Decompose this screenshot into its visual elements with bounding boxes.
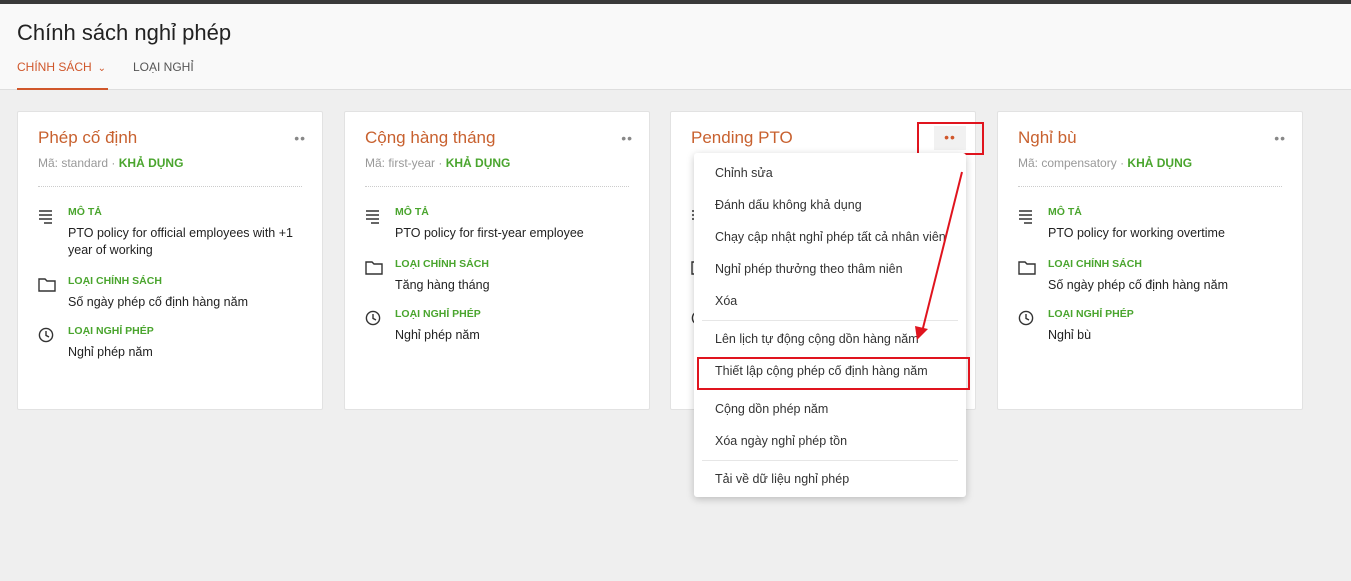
more-dots-icon[interactable]: ••	[621, 130, 633, 146]
policy-type-field: LOẠI CHÍNH SÁCH Số ngày phép cố định hàn…	[1018, 258, 1288, 294]
menu-item-seniority-bonus[interactable]: Nghỉ phép thưởng theo thâm niên	[715, 262, 952, 276]
divider	[365, 186, 629, 187]
meta-separator: ·	[1120, 156, 1125, 170]
description-label: MÔ TẢ	[395, 206, 429, 218]
more-dots-icon[interactable]: ••	[1274, 130, 1286, 146]
status-badge: KHẢ DỤNG	[445, 156, 511, 170]
policy-type-value: Tăng hàng tháng	[395, 278, 490, 292]
divider	[1018, 186, 1282, 187]
card-actions-menu: Chỉnh sửa Đánh dấu không khả dụng Chạy c…	[694, 153, 966, 497]
leave-type-label: LOẠI NGHỈ PHÉP	[1048, 308, 1134, 320]
card-title[interactable]: Pending PTO	[691, 128, 793, 148]
meta-separator: ·	[111, 156, 116, 170]
leave-type-field: LOẠI NGHỈ PHÉP Nghỉ phép năm	[38, 325, 308, 361]
policy-type-field: LOẠI CHÍNH SÁCH Tăng hàng tháng	[365, 258, 635, 294]
card-meta: Mã: first-year · KHẢ DỤNG	[365, 156, 510, 170]
lines-icon	[366, 210, 379, 224]
menu-item-clear-carryover[interactable]: Xóa ngày nghỉ phép tồn	[715, 434, 952, 448]
leave-type-label: LOẠI NGHỈ PHÉP	[395, 308, 481, 320]
tab-leave-types[interactable]: LOẠI NGHỈ	[133, 60, 194, 74]
folder-icon	[38, 278, 56, 292]
card-title[interactable]: Cộng hàng tháng	[365, 128, 495, 148]
description-field: MÔ TẢ PTO policy for first-year employee	[365, 206, 635, 242]
menu-item-download-leave-data[interactable]: Tải về dữ liệu nghỉ phép	[715, 472, 952, 486]
annotation-box-menu-item	[697, 357, 970, 390]
leave-type-value: Nghỉ phép năm	[68, 345, 153, 359]
card-title[interactable]: Nghỉ bù	[1018, 128, 1077, 148]
menu-divider	[702, 320, 958, 321]
description-value: PTO policy for official employees with +…	[68, 226, 293, 257]
more-dots-icon[interactable]: ••	[294, 130, 306, 146]
description-value: PTO policy for working overtime	[1048, 226, 1225, 240]
folder-icon	[1018, 261, 1036, 275]
page-header: Chính sách nghỉ phép CHÍNH SÁCH ⌄ LOẠI NG…	[0, 4, 1351, 90]
menu-divider	[702, 460, 958, 461]
description-label: MÔ TẢ	[68, 206, 102, 218]
tab-policy-label: CHÍNH SÁCH	[17, 60, 92, 74]
policy-type-label: LOẠI CHÍNH SÁCH	[395, 258, 489, 270]
menu-item-accrue-annual-leave[interactable]: Cộng dồn phép năm	[715, 402, 952, 416]
meta-separator: ·	[438, 156, 443, 170]
policy-code: Mã: standard	[38, 156, 109, 170]
folder-icon	[365, 261, 383, 275]
policy-card-standard[interactable]: Phép cố định •• Mã: standard · KHẢ DỤNG …	[17, 111, 323, 410]
tab-policy[interactable]: CHÍNH SÁCH ⌄	[17, 60, 106, 74]
description-field: MÔ TẢ PTO policy for official employees …	[38, 206, 308, 258]
policy-card-first-year[interactable]: Cộng hàng tháng •• Mã: first-year · KHẢ …	[344, 111, 650, 410]
card-meta: Mã: standard · KHẢ DỤNG	[38, 156, 183, 170]
card-title[interactable]: Phép cố định	[38, 128, 137, 148]
active-tab-indicator	[17, 88, 108, 90]
leave-type-value: Nghỉ phép năm	[395, 328, 480, 342]
clock-icon	[1018, 310, 1034, 326]
card-meta: Mã: compensatory · KHẢ DỤNG	[1018, 156, 1192, 170]
annotation-box-more	[917, 122, 984, 155]
chevron-down-icon: ⌄	[97, 63, 107, 74]
policy-type-value: Số ngày phép cố định hàng năm	[68, 295, 248, 309]
menu-item-edit[interactable]: Chỉnh sửa	[715, 166, 952, 180]
leave-type-value: Nghỉ bù	[1048, 328, 1092, 342]
leave-type-field: LOẠI NGHỈ PHÉP Nghỉ phép năm	[365, 308, 635, 344]
leave-type-label: LOẠI NGHỈ PHÉP	[68, 325, 154, 337]
page-title: Chính sách nghỉ phép	[17, 20, 232, 45]
menu-item-schedule-annual-accrual[interactable]: Lên lịch tự động cộng dồn hàng năm	[715, 332, 952, 346]
lines-icon	[39, 210, 52, 224]
policy-type-value: Số ngày phép cố định hàng năm	[1048, 278, 1228, 292]
description-field: MÔ TẢ PTO policy for working overtime	[1018, 206, 1288, 242]
menu-item-delete[interactable]: Xóa	[715, 294, 952, 308]
status-badge: KHẢ DỤNG	[1127, 156, 1193, 170]
leave-type-field: LOẠI NGHỈ PHÉP Nghỉ bù	[1018, 308, 1288, 344]
menu-item-run-update-all[interactable]: Chạy cập nhật nghỉ phép tất cả nhân viên	[715, 230, 952, 244]
lines-icon	[1019, 210, 1032, 224]
policy-type-label: LOẠI CHÍNH SÁCH	[1048, 258, 1142, 270]
divider	[38, 186, 302, 187]
clock-icon	[38, 327, 54, 343]
clock-icon	[365, 310, 381, 326]
policy-code: Mã: first-year	[365, 156, 436, 170]
description-label: MÔ TẢ	[1048, 206, 1082, 218]
description-value: PTO policy for first-year employee	[395, 226, 584, 240]
menu-item-mark-unavailable[interactable]: Đánh dấu không khả dụng	[715, 198, 952, 212]
status-badge: KHẢ DỤNG	[118, 156, 184, 170]
policy-type-field: LOẠI CHÍNH SÁCH Số ngày phép cố định hàn…	[38, 275, 308, 311]
policy-type-label: LOẠI CHÍNH SÁCH	[68, 275, 162, 287]
policy-code: Mã: compensatory	[1018, 156, 1117, 170]
policy-card-compensatory[interactable]: Nghỉ bù •• Mã: compensatory · KHẢ DỤNG M…	[997, 111, 1303, 410]
